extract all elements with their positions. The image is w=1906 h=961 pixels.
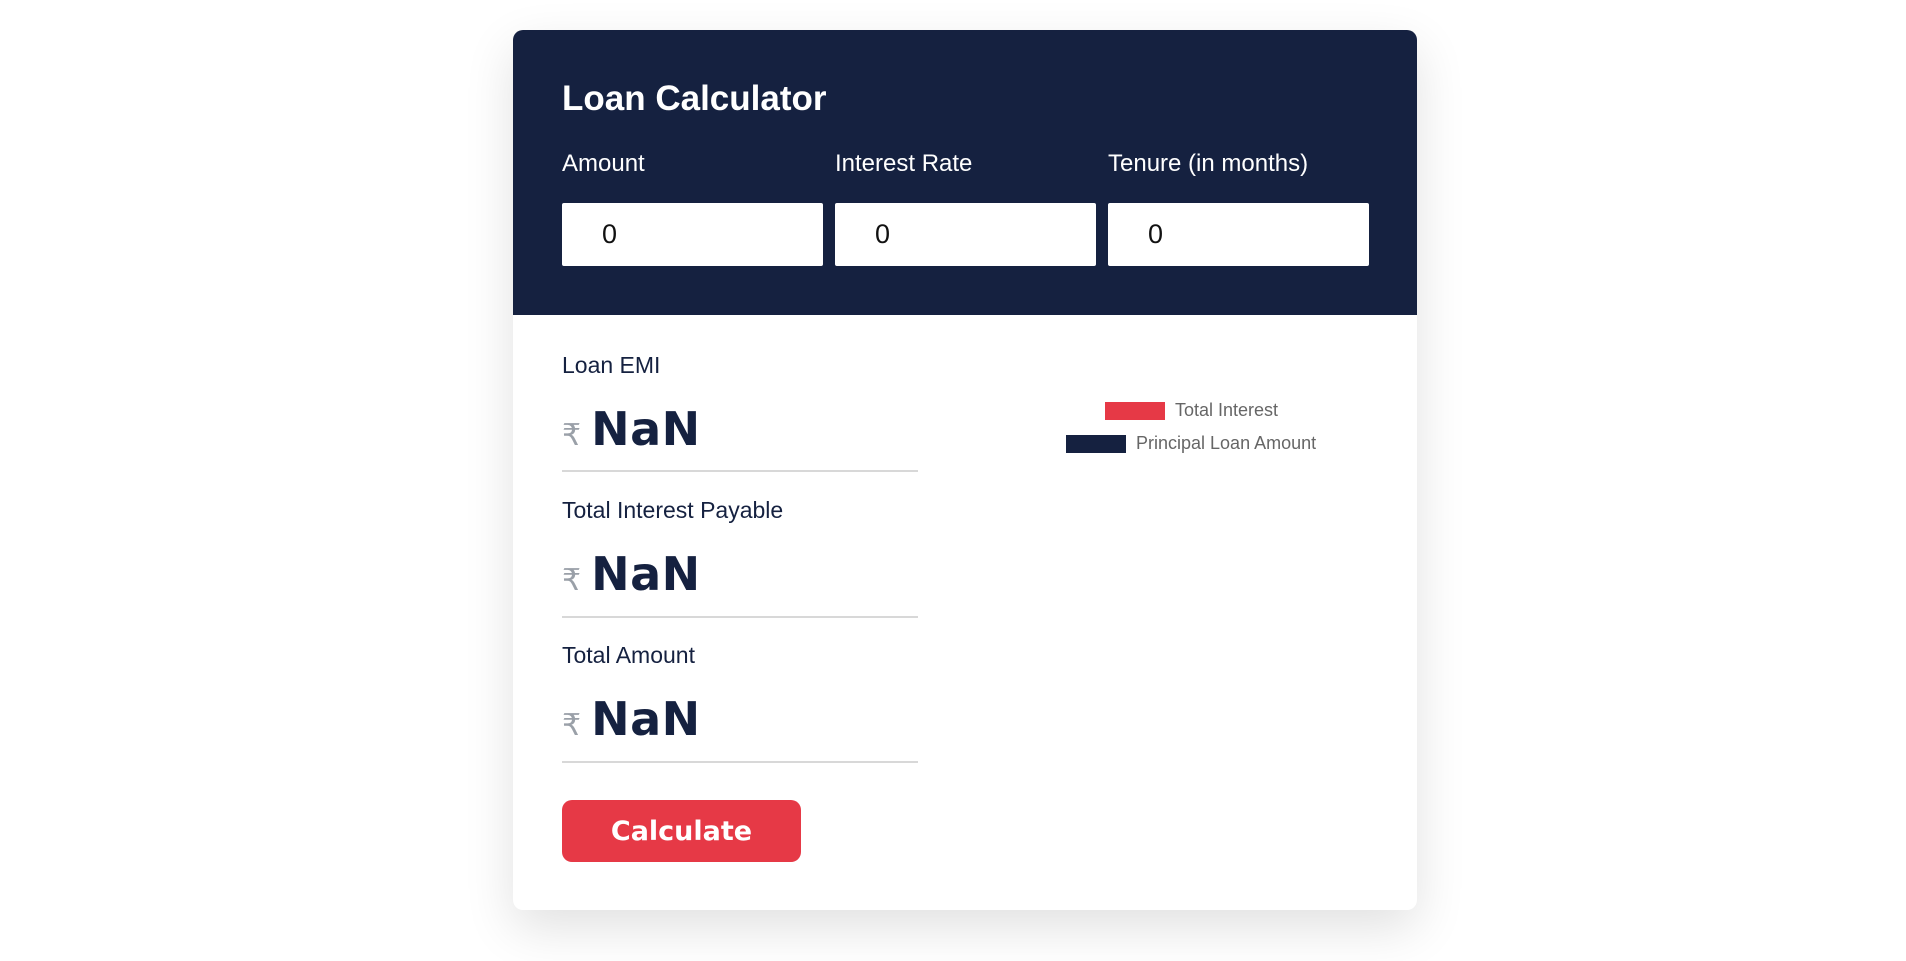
legend-swatch-principal [1066,434,1126,453]
amount-label: Amount [562,150,645,177]
page-title: Loan Calculator [562,79,827,118]
total-interest-label: Total Interest Payable [562,497,784,523]
legend-item-total-interest[interactable]: Total Interest [1105,400,1278,421]
divider [562,761,918,763]
interest-rate-input[interactable] [835,203,1096,266]
loan-calculator-card: Loan Calculator Amount Interest Rate Ten… [513,30,1417,910]
rupee-icon: ₹ [562,708,582,743]
calculate-button[interactable]: Calculate [562,800,801,862]
total-interest-amount: NaN [591,547,701,601]
amount-input[interactable] [562,203,823,266]
legend-label-total-interest: Total Interest [1175,400,1279,420]
loan-emi-label: Loan EMI [562,352,661,378]
divider [562,470,918,472]
rupee-icon: ₹ [562,418,582,453]
total-amount-value: ₹ NaN [562,692,701,746]
total-amount-label: Total Amount [562,642,695,668]
tenure-input[interactable] [1108,203,1369,266]
tenure-label: Tenure (in months) [1108,150,1309,177]
loan-emi-value: ₹ NaN [562,402,701,456]
divider [562,616,918,618]
interest-rate-label: Interest Rate [835,150,973,177]
total-interest-value: ₹ NaN [562,547,701,601]
legend-swatch-total-interest [1105,401,1165,420]
rupee-icon: ₹ [562,563,582,598]
legend-item-principal[interactable]: Principal Loan Amount [1066,433,1316,454]
loan-emi-amount: NaN [591,402,701,456]
legend-label-principal: Principal Loan Amount [1136,433,1317,453]
calculator-header: Loan Calculator Amount Interest Rate Ten… [513,30,1417,315]
total-amount-amount: NaN [591,692,701,746]
